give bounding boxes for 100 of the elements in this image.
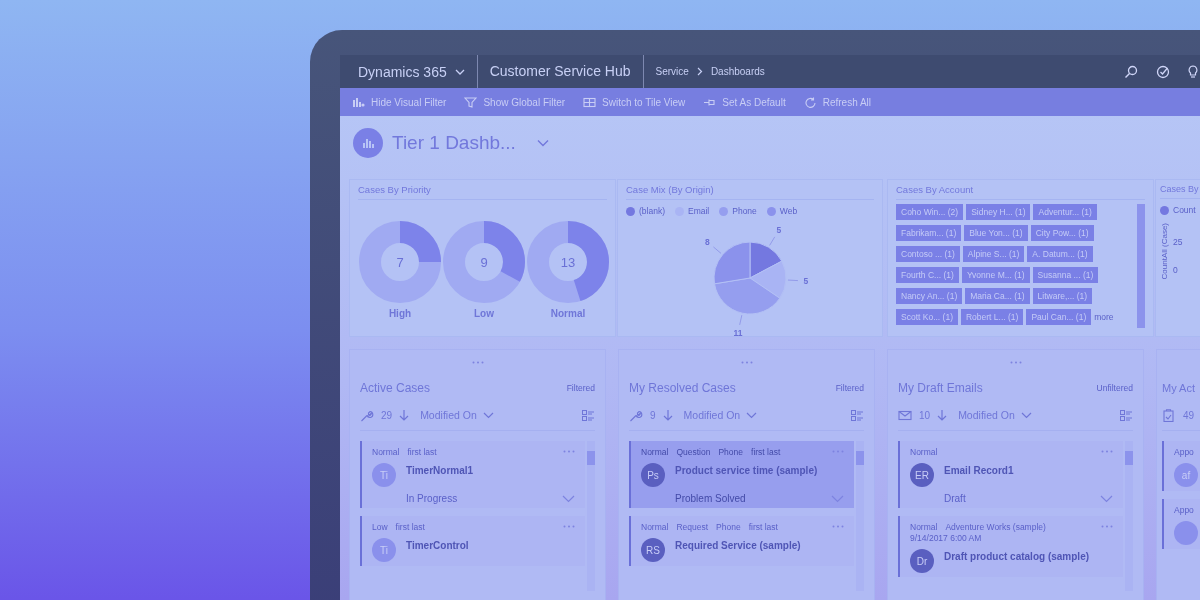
account-tag[interactable]: Robert L... (1)	[960, 309, 1024, 325]
record-card[interactable]: Normal Adventure Works (sample) 9/14/2017 6:00 AM Dr Draft product catalog (sample)	[898, 516, 1123, 577]
sort-arrow-icon[interactable]	[399, 409, 410, 421]
chevron-icon[interactable]	[1100, 494, 1113, 503]
donut-label: High	[388, 308, 412, 319]
legend-label: Email	[688, 206, 710, 216]
tiles-icon	[583, 96, 597, 108]
breadcrumb-link[interactable]: Service	[655, 66, 689, 77]
sort-arrow-icon[interactable]	[937, 409, 948, 421]
donut-label: Normal	[550, 308, 586, 319]
dashboard-icon	[353, 128, 383, 158]
breadcrumb-link[interactable]: Dashboards	[710, 66, 765, 77]
scrollbar[interactable]	[856, 441, 864, 591]
donut-total: 13	[560, 255, 576, 270]
chevron-icon	[696, 67, 703, 76]
record-title[interactable]: Required Service (sample)	[675, 539, 801, 551]
more-icon[interactable]	[563, 450, 575, 453]
account-tag[interactable]: Fabrikam... (1)	[896, 225, 962, 241]
command-button[interactable]: Show Global Filter	[458, 93, 572, 111]
account-tag[interactable]: Fourth C... (1)	[896, 267, 959, 283]
scrollbar[interactable]	[1137, 204, 1145, 328]
record-count: 10	[919, 409, 931, 421]
sort-dropdown[interactable]: Modified On	[416, 409, 498, 421]
record-status: In Progress	[406, 493, 458, 504]
scrollbar[interactable]	[1125, 441, 1133, 591]
account-tag[interactable]: Susanna ... (1)	[1032, 267, 1099, 283]
account-tag[interactable]: City Pow... (1)	[1030, 225, 1094, 241]
record-title[interactable]: TimerNormal1	[406, 464, 474, 476]
account-tag[interactable]: Contoso ... (1)	[896, 246, 960, 262]
donut-label: Low	[474, 308, 494, 319]
lightbulb-icon[interactable]	[1188, 64, 1198, 79]
account-tag[interactable]: Blue Yon... (1)	[964, 225, 1028, 241]
legend-label: (blank)	[639, 206, 665, 216]
caret-icon	[482, 411, 494, 419]
avatar: Dr	[910, 549, 934, 573]
axis-title: CountAll (Case)	[1160, 223, 1169, 280]
record-title[interactable]: Email Record1	[944, 464, 1014, 476]
record-tag: Appo	[1174, 505, 1194, 515]
account-tag[interactable]: Scott Ko... (1)	[896, 309, 958, 325]
scrollbar[interactable]	[587, 441, 595, 591]
record-title[interactable]: Product service time (sample)	[675, 464, 818, 476]
list-view-icon[interactable]	[1120, 409, 1133, 421]
account-tag[interactable]: Maria Ca... (1)	[965, 288, 1030, 304]
target-check-icon[interactable]	[1156, 64, 1170, 79]
more-icon[interactable]	[1101, 450, 1113, 453]
record-tag: Normal	[910, 522, 938, 532]
panel-title: Case Mix (By Origin)	[626, 184, 874, 200]
panel-title: Cases By Account	[896, 184, 1145, 200]
legend-label: Phone	[732, 206, 757, 216]
account-tag[interactable]: Adventur... (1)	[1033, 204, 1097, 220]
command-button[interactable]: Set As Default	[697, 93, 792, 111]
avatar: Ps	[641, 463, 665, 487]
record-tag: Normal	[910, 447, 938, 457]
clipboard-icon	[1162, 408, 1176, 422]
command-button[interactable]: Hide Visual Filter	[346, 93, 453, 111]
sort-arrow-icon[interactable]	[662, 409, 673, 421]
filter-status: Filtered	[566, 383, 595, 393]
record-card[interactable]: Appo af	[1162, 441, 1200, 491]
record-title[interactable]: Draft product catalog (sample)	[944, 550, 1090, 562]
more-link[interactable]: more	[1094, 312, 1114, 322]
account-tag[interactable]: A. Datum... (1)	[1027, 246, 1093, 262]
data-label: 11	[733, 327, 743, 336]
record-card[interactable]: Normal ER Email Record1 Draft	[898, 441, 1123, 508]
command-button[interactable]: Switch to Tile View	[577, 93, 692, 111]
record-tag: Phone	[716, 522, 741, 532]
sort-dropdown[interactable]: Modified On	[954, 409, 1036, 421]
more-icon[interactable]	[563, 525, 575, 528]
account-tag[interactable]: Sidney H... (1)	[966, 204, 1031, 220]
record-card[interactable]: Normal Request Phone first last RS Required Service (sample)	[629, 516, 854, 566]
search-icon[interactable]	[1124, 64, 1138, 79]
record-card[interactable]: Appo	[1162, 499, 1200, 549]
more-icon[interactable]	[1101, 525, 1113, 528]
envelope-icon	[898, 408, 912, 422]
leader-line	[713, 246, 722, 254]
record-card[interactable]: Normal Question Phone first last Ps Product service time (sample) Problem Solved	[629, 441, 854, 508]
sort-dropdown[interactable]: Modified On	[679, 409, 762, 421]
filter-status: Filtered	[835, 383, 864, 393]
command-button[interactable]: Refresh All	[797, 93, 878, 111]
account-tag[interactable]: Alpine S... (1)	[962, 246, 1025, 262]
list-view-icon[interactable]	[851, 409, 864, 421]
list-view-icon[interactable]	[582, 409, 595, 421]
account-tag[interactable]: Paul Can... (1)	[1026, 309, 1092, 325]
record-tag: first last	[407, 447, 437, 457]
more-icon[interactable]	[832, 525, 844, 528]
record-title[interactable]: TimerControl	[406, 539, 469, 551]
chevron-icon[interactable]	[562, 494, 575, 503]
wrench-icon	[360, 408, 374, 422]
chevron-icon[interactable]	[831, 494, 844, 503]
account-tag[interactable]: Coho Win... (2)	[896, 204, 964, 220]
dashboard-title: Tier 1 Dashb...	[392, 132, 516, 154]
account-tag[interactable]: Yvonne M... (1)	[961, 267, 1030, 283]
account-tag[interactable]: Litware,... (1)	[1032, 288, 1093, 304]
caret-icon[interactable]	[536, 139, 549, 147]
legend-label: Web	[779, 206, 798, 216]
account-tag[interactable]: Nancy An... (1)	[896, 288, 963, 304]
record-tag: Appo	[1174, 447, 1194, 457]
record-count: 9	[650, 409, 656, 421]
record-tag: Question	[676, 447, 711, 457]
wrench-icon	[629, 408, 643, 422]
stream-title: Active Cases	[360, 381, 431, 395]
